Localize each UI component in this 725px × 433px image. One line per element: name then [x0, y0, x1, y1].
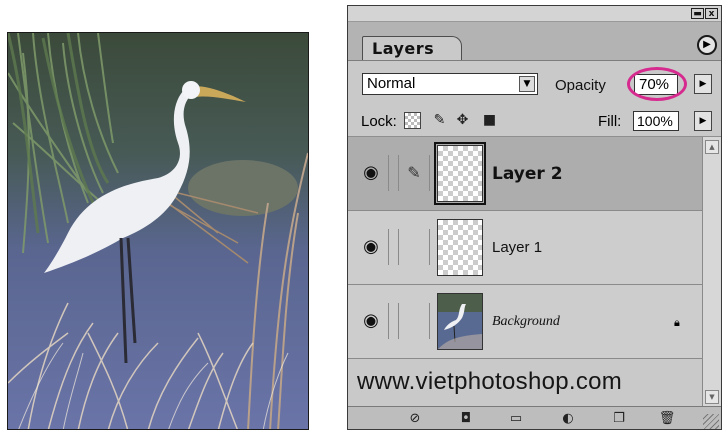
tab-layers[interactable]: Layers	[362, 36, 462, 60]
lock-paint-brush-icon[interactable]: ✎	[431, 112, 448, 129]
egret-photo	[7, 32, 309, 430]
new-group-folder-icon[interactable]: ▭	[505, 410, 527, 428]
layer-thumbnail	[434, 142, 486, 205]
lock-label: Lock:	[361, 113, 397, 130]
layers-list: ◉ ✎ Layer 2 ◉ Layer 1 ◉ Background 🔒︎	[348, 137, 702, 359]
lock-transparency-icon[interactable]	[404, 112, 421, 129]
background-thumbnail	[437, 293, 483, 350]
blend-mode-select[interactable]: Normal ▼	[362, 73, 538, 95]
lock-position-move-icon[interactable]: ✥	[454, 112, 471, 129]
close-button[interactable]: x	[705, 8, 718, 19]
layer-row-layer-2[interactable]: ◉ ✎ Layer 2	[348, 137, 702, 211]
scroll-down-arrow-icon[interactable]: ▼	[705, 390, 719, 404]
link-cell[interactable]	[398, 229, 430, 265]
lock-icon: 🔒︎	[674, 316, 680, 329]
opacity-input[interactable]: 70%	[634, 74, 678, 95]
menu-arrow-icon[interactable]: ▶	[697, 35, 717, 55]
layers-bottom-toolbar: ⊘ ◘ ▭ ◐ ❐ 🗑︎	[348, 406, 721, 429]
layer-row-layer-1[interactable]: ◉ Layer 1	[348, 211, 702, 285]
add-layer-mask-icon[interactable]: ◘	[455, 410, 477, 428]
trash-icon[interactable]: 🗑︎	[656, 410, 678, 428]
layer-row-background[interactable]: ◉ Background 🔒︎	[348, 285, 702, 359]
fill-input[interactable]: 100%	[633, 111, 679, 131]
scroll-up-arrow-icon[interactable]: ▲	[705, 140, 719, 154]
blend-row: Normal ▼ Opacity 70% ▶	[348, 66, 721, 101]
lock-all-icon[interactable]: ■	[481, 112, 498, 129]
add-layer-style-icon[interactable]: ⊘	[404, 410, 426, 428]
eye-icon[interactable]: ◉	[354, 229, 389, 265]
adjustment-layer-icon[interactable]: ◐	[557, 410, 579, 428]
layer-thumbnail	[437, 219, 483, 276]
layers-panel: ▬ x Layers ▶ Normal ▼ Opacity 70% ▶ Lock…	[347, 5, 722, 430]
resize-grip-icon[interactable]	[703, 414, 719, 429]
lock-row: Lock: ✎ ✥ ■ Fill: 100% ▶	[348, 104, 721, 137]
watermark-text: www.vietphotoshop.com	[348, 359, 702, 405]
layer-name: Layer 2	[492, 164, 563, 184]
panel-tab-row: Layers ▶	[348, 22, 721, 61]
panel-window-bar: ▬ x	[348, 6, 721, 22]
link-cell[interactable]	[398, 303, 430, 339]
opacity-label: Opacity	[555, 77, 606, 94]
eye-icon[interactable]: ◉	[354, 303, 389, 339]
new-layer-icon[interactable]: ❐	[608, 410, 630, 428]
blend-mode-value: Normal	[367, 75, 416, 92]
layer-name: Layer 1	[492, 239, 543, 256]
brush-icon: ✎	[398, 155, 430, 191]
fill-label: Fill:	[598, 113, 622, 130]
fill-slider-button[interactable]: ▶	[694, 111, 712, 131]
minimize-button[interactable]: ▬	[691, 8, 704, 19]
eye-icon[interactable]: ◉	[354, 155, 389, 191]
chevron-down-icon[interactable]: ▼	[519, 76, 535, 92]
opacity-slider-button[interactable]: ▶	[694, 74, 712, 94]
layer-name: Background	[492, 314, 560, 329]
layers-scrollbar[interactable]: ▲ ▼	[702, 137, 721, 407]
